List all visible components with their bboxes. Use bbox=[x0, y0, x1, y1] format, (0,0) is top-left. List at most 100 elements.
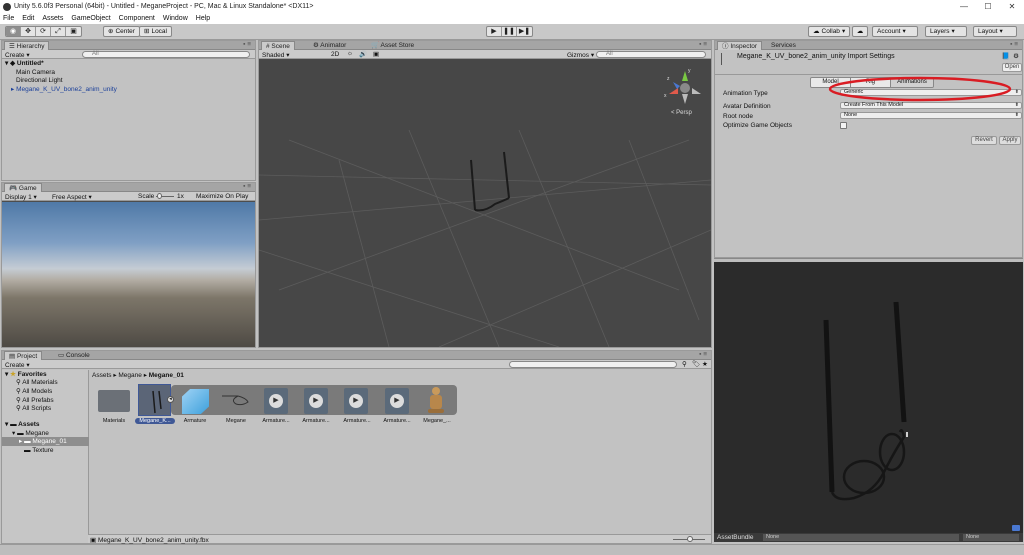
favorite-all-materials[interactable]: ⚲ All Materials bbox=[16, 378, 58, 387]
tab-animator[interactable]: ⚙ Animator bbox=[309, 41, 350, 50]
gizmos-dropdown[interactable]: Gizmos ▾ bbox=[567, 51, 594, 59]
project-search-input[interactable] bbox=[509, 361, 677, 368]
tab-rig[interactable]: Rig bbox=[851, 78, 891, 87]
revert-button[interactable]: Revert bbox=[971, 136, 997, 145]
scale-tool-icon[interactable]: ⤢ bbox=[51, 27, 66, 36]
rect-tool-icon[interactable]: ▣ bbox=[66, 27, 81, 36]
tree-item-texture-label: Texture bbox=[32, 447, 54, 454]
panel-menu-icon[interactable]: ▪ ≡ bbox=[699, 41, 707, 48]
menu-assets[interactable]: Assets bbox=[42, 15, 63, 22]
mode-2d-toggle[interactable]: 2D bbox=[331, 51, 339, 58]
game-view[interactable] bbox=[2, 202, 255, 347]
settings-gear-icon[interactable]: ⚙ bbox=[1013, 52, 1019, 60]
maximize-on-play-toggle[interactable]: Maximize On Play bbox=[196, 193, 248, 200]
optimize-game-objects-checkbox[interactable] bbox=[840, 122, 847, 129]
lighting-toggle-icon[interactable]: ☼ bbox=[347, 50, 353, 57]
move-tool-icon[interactable]: ✥ bbox=[21, 27, 36, 36]
menu-help[interactable]: Help bbox=[196, 15, 210, 22]
model-preview[interactable] bbox=[714, 262, 1023, 533]
cloud-button[interactable]: ☁ bbox=[852, 26, 868, 37]
tab-hierarchy[interactable]: ☰ Hierarchy bbox=[4, 41, 50, 50]
panel-menu-icon[interactable]: ▪ ≡ bbox=[243, 183, 251, 190]
filter-type-icon[interactable]: ⚲ bbox=[682, 360, 687, 368]
tab-animations[interactable]: Animations bbox=[891, 78, 933, 87]
panel-menu-icon[interactable]: ▪ ≡ bbox=[1010, 41, 1018, 48]
pivot-center-button[interactable]: ⊕ Center bbox=[103, 26, 140, 37]
tab-game[interactable]: 🎮 Game bbox=[4, 183, 42, 192]
rotate-tool-icon[interactable]: ⟳ bbox=[36, 27, 51, 36]
favorite-all-scripts[interactable]: ⚲ All Scripts bbox=[16, 404, 51, 413]
minimize-button[interactable]: — bbox=[952, 0, 976, 13]
materials-folder-icon[interactable] bbox=[98, 390, 130, 412]
tab-console[interactable]: ▭ Console bbox=[54, 351, 94, 360]
panel-menu-icon[interactable]: ▪ ≡ bbox=[699, 351, 707, 358]
favorite-all-models[interactable]: ⚲ All Models bbox=[16, 387, 52, 396]
breadcrumb-megane-01[interactable]: Megane_01 bbox=[149, 372, 184, 379]
scene-root-item[interactable]: ▾ ◆ Untitled* bbox=[5, 59, 44, 68]
assets-header[interactable]: ▾ ▬ Assets bbox=[5, 420, 39, 429]
megane-mesh-icon[interactable] bbox=[220, 392, 252, 408]
avatar-figure-icon[interactable] bbox=[428, 387, 444, 415]
display-dropdown[interactable]: Display 1 ▾ bbox=[5, 193, 37, 201]
scene-viewport[interactable]: y x z < Persp bbox=[259, 60, 711, 347]
inspector-title: Megane_K_UV_bone2_anim_unity Import Sett… bbox=[737, 53, 895, 60]
layers-dropdown[interactable]: Layers ▾ bbox=[925, 26, 967, 37]
help-icon[interactable]: 📘 bbox=[1002, 52, 1010, 60]
hand-tool-icon[interactable]: ◉ bbox=[6, 27, 21, 36]
open-button[interactable]: Open bbox=[1002, 63, 1022, 72]
scene-search-input[interactable]: All bbox=[596, 51, 706, 58]
avatar-definition-dropdown[interactable]: Create From This Model bbox=[840, 102, 1022, 109]
account-dropdown[interactable]: Account ▾ bbox=[872, 26, 918, 37]
root-node-dropdown[interactable]: None bbox=[840, 112, 1022, 119]
menu-window[interactable]: Window bbox=[163, 15, 188, 22]
tab-project[interactable]: ▤ Project bbox=[4, 351, 43, 360]
project-create-button[interactable]: Create ▾ bbox=[5, 361, 30, 369]
audio-toggle-icon[interactable]: 🔊 bbox=[359, 50, 367, 58]
favorite-star-icon[interactable]: ★ bbox=[702, 360, 708, 368]
menu-component[interactable]: Component bbox=[119, 15, 155, 22]
collab-button[interactable]: ☁ Collab ▾ bbox=[808, 26, 851, 37]
pivot-local-button[interactable]: ⊞ Local bbox=[139, 26, 172, 37]
tree-item-megane-01[interactable]: ▸ ▬ Megane_01 bbox=[2, 437, 89, 446]
breadcrumb-assets[interactable]: Assets bbox=[92, 372, 112, 379]
step-button[interactable]: ▶❚ bbox=[517, 27, 532, 36]
shading-dropdown[interactable]: Shaded ▾ bbox=[262, 51, 290, 59]
animation-clip-1[interactable]: ▶ bbox=[264, 388, 288, 414]
tab-asset-store[interactable]: 🛒 Asset Store bbox=[367, 41, 418, 50]
breadcrumb-megane[interactable]: Megane bbox=[118, 372, 142, 379]
armature-prefab-cube-icon[interactable] bbox=[182, 389, 209, 414]
menu-file[interactable]: File bbox=[3, 15, 14, 22]
assetbundle-dropdown[interactable]: None bbox=[763, 534, 959, 541]
pause-button[interactable]: ❚❚ bbox=[502, 27, 517, 36]
icon-size-slider-handle[interactable] bbox=[687, 536, 693, 542]
menu-gameobject[interactable]: GameObject bbox=[71, 15, 110, 22]
close-button[interactable]: ✕ bbox=[1000, 0, 1024, 13]
animation-clip-2[interactable]: ▶ bbox=[304, 388, 328, 414]
assetbundle-variant-dropdown[interactable]: None bbox=[963, 534, 1019, 541]
scale-slider-handle[interactable] bbox=[157, 193, 162, 199]
tab-services[interactable]: Services bbox=[767, 41, 800, 50]
tab-inspector[interactable]: ⓘ Inspector bbox=[717, 41, 763, 50]
hierarchy-item-directional-light[interactable]: Directional Light bbox=[16, 76, 63, 85]
tree-item-texture[interactable]: ▬ Texture bbox=[24, 446, 54, 455]
menu-edit[interactable]: Edit bbox=[22, 15, 34, 22]
apply-button[interactable]: Apply bbox=[999, 136, 1021, 145]
aspect-dropdown[interactable]: Free Aspect ▾ bbox=[52, 193, 92, 201]
animation-type-dropdown[interactable]: Generic bbox=[840, 89, 1022, 96]
tab-scene[interactable]: # Scene bbox=[261, 41, 295, 50]
panel-menu-icon[interactable]: ▪ ≡ bbox=[243, 41, 251, 48]
hierarchy-search-input[interactable]: All bbox=[82, 51, 250, 58]
hierarchy-create-button[interactable]: Create ▾ bbox=[5, 51, 30, 59]
collapse-arrow-icon[interactable]: ◂ bbox=[167, 396, 174, 403]
play-icon: ▶ bbox=[309, 394, 323, 408]
layout-dropdown[interactable]: Layout ▾ bbox=[973, 26, 1017, 37]
hierarchy-item-megane[interactable]: ▸ Megane_K_UV_bone2_anim_unity bbox=[11, 85, 117, 94]
effects-toggle-icon[interactable]: ▣ bbox=[373, 50, 379, 58]
tab-model[interactable]: Model bbox=[811, 78, 851, 87]
animation-clip-3[interactable]: ▶ bbox=[344, 388, 368, 414]
maximize-button[interactable]: ☐ bbox=[976, 0, 1000, 13]
persp-label[interactable]: < Persp bbox=[671, 110, 693, 116]
animation-clip-4[interactable]: ▶ bbox=[385, 388, 409, 414]
filter-label-icon[interactable]: 🏷 bbox=[692, 360, 700, 368]
play-button[interactable]: ▶ bbox=[487, 27, 502, 36]
